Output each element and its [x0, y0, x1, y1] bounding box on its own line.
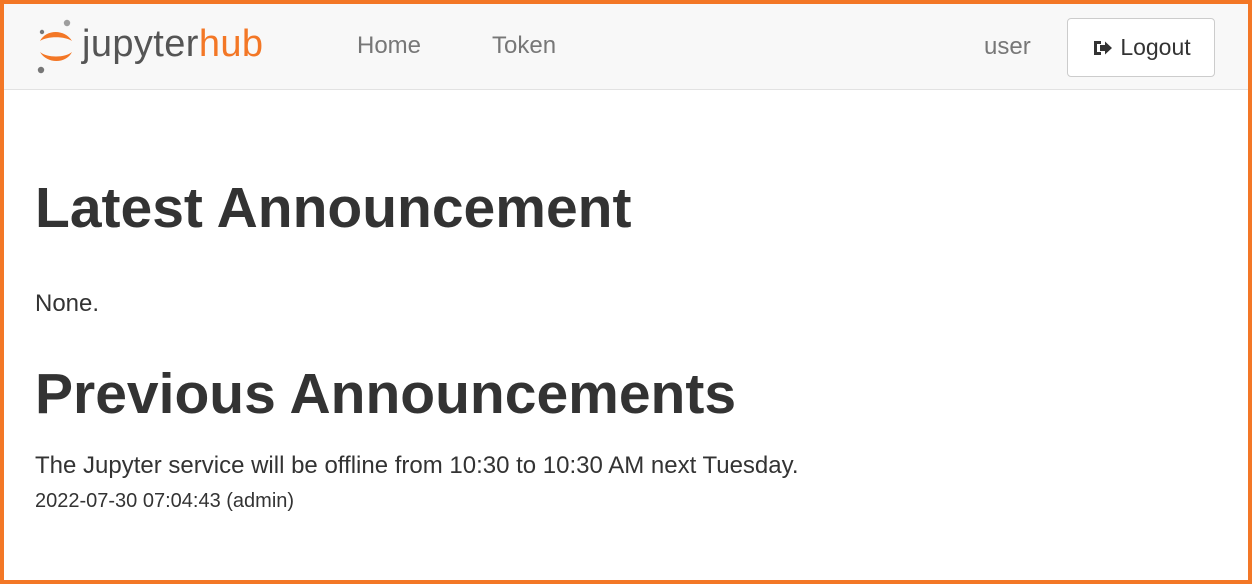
previous-announcements-heading: Previous Announcements	[35, 362, 737, 426]
announcement-list-item: The Jupyter service will be offline from…	[35, 451, 1205, 513]
latest-announcement-message: None.	[35, 290, 100, 317]
latest-announcement-heading: Latest Announcement	[35, 176, 632, 240]
jupyter-logo-icon	[37, 19, 72, 74]
announcement-timestamp-author: 2022-07-30 07:04:43 (admin)	[35, 490, 295, 512]
current-user-name: user	[984, 33, 1031, 60]
logout-label: Logout	[1120, 34, 1191, 60]
top-navigation-bar: jupyterhub Home Token user Logout	[4, 4, 1248, 90]
logout-icon	[1094, 40, 1113, 55]
jupyterhub-wordmark: jupyterhub	[82, 25, 263, 63]
brand-hub-text: hub	[198, 23, 264, 65]
jupyterhub-home-link[interactable]: jupyterhub	[34, 16, 263, 76]
announcement-message: The Jupyter service will be offline from…	[35, 452, 799, 479]
browser-page-frame: jupyterhub Home Token user Logout Latest…	[0, 0, 1252, 584]
brand-jupyter-text: jupyter	[82, 23, 199, 65]
nav-token-link[interactable]: Token	[492, 31, 556, 61]
nav-home-link[interactable]: Home	[357, 31, 421, 61]
logout-button[interactable]: Logout	[1067, 18, 1215, 77]
